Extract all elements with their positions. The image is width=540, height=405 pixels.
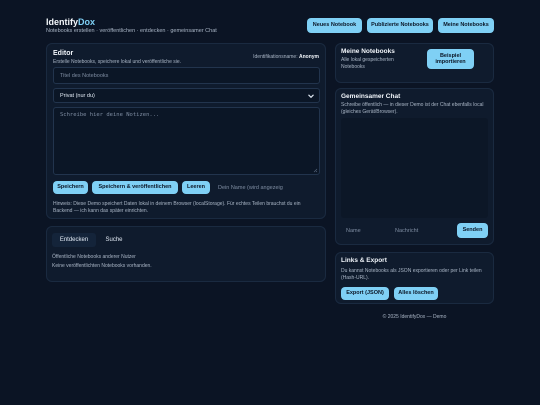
clear-button[interactable]: Leeren	[182, 181, 210, 194]
brand-subtitle: Notebooks erstellen · veröffentlichen · …	[46, 28, 217, 34]
visibility-select[interactable]: Privat (nur du)	[53, 88, 320, 103]
delete-all-button[interactable]: Alles löschen	[394, 287, 438, 300]
send-button[interactable]: Senden	[457, 223, 488, 238]
save-publish-button[interactable]: Speichern & veröffentlichen	[92, 181, 178, 194]
chevron-down-icon	[307, 92, 315, 100]
brand-logo: IdentifyDox	[46, 17, 95, 27]
identification-name: Identifikationsname: Anonym	[253, 54, 319, 60]
chat-title: Gemeinsamer Chat	[341, 93, 401, 100]
my-notebooks-button[interactable]: Meine Notebooks	[438, 18, 494, 33]
notes-placeholder: Schreibe hier deine Notizen...	[60, 112, 160, 118]
resize-handle-icon[interactable]	[313, 168, 318, 173]
identification-value: Anonym	[299, 54, 319, 60]
chat-messages-area	[341, 118, 488, 218]
published-notebooks-button[interactable]: Publizierte Notebooks	[367, 18, 433, 33]
new-notebook-button[interactable]: Neues Notebook	[307, 18, 362, 33]
tab-search[interactable]: Suche	[99, 233, 129, 247]
public-notebooks-heading: Öffentliche Notebooks anderer Nutzer	[52, 254, 136, 260]
my-notebooks-subtitle: Alle lokal gespeicherten Notebooks	[341, 57, 394, 70]
chat-message-input[interactable]: Nachricht	[390, 223, 453, 238]
brand-accent: Dox	[78, 17, 96, 27]
brand-main: Identify	[46, 17, 79, 27]
author-name-input[interactable]: Dein Name (wird angezeig	[213, 181, 320, 194]
links-export-title: Links & Export	[341, 257, 387, 264]
footer-text: © 2025 IdentifyDox — Demo	[382, 314, 447, 320]
visibility-selected: Privat (nur du)	[60, 92, 95, 99]
links-export-subtitle: Du kannst Notebooks als JSON exportieren…	[341, 268, 482, 281]
import-example-button[interactable]: Beispiel importieren	[427, 49, 474, 69]
chat-name-input[interactable]: Name	[341, 223, 384, 238]
export-json-button[interactable]: Export (JSON)	[341, 287, 389, 300]
editor-subtitle: Erstelle Notebooks, speichere lokal und …	[53, 59, 182, 65]
tab-discover[interactable]: Entdecken	[52, 233, 96, 247]
notes-textarea[interactable]: Schreibe hier deine Notizen...	[53, 107, 320, 175]
chat-subtitle: Schreibe öffentlich — in dieser Demo ist…	[341, 102, 484, 115]
editor-title: Editor	[53, 50, 74, 57]
save-button[interactable]: Speichern	[53, 181, 88, 194]
my-notebooks-title: Meine Notebooks	[341, 48, 395, 55]
notebook-title-input[interactable]: Titel des Notebooks	[53, 67, 320, 84]
storage-notice: Hinweis: Diese Demo speichert Daten loka…	[53, 201, 301, 214]
public-notebooks-empty: Keine veröffentlichten Notebooks vorhand…	[52, 263, 152, 269]
identification-label: Identifikationsname:	[253, 54, 298, 60]
